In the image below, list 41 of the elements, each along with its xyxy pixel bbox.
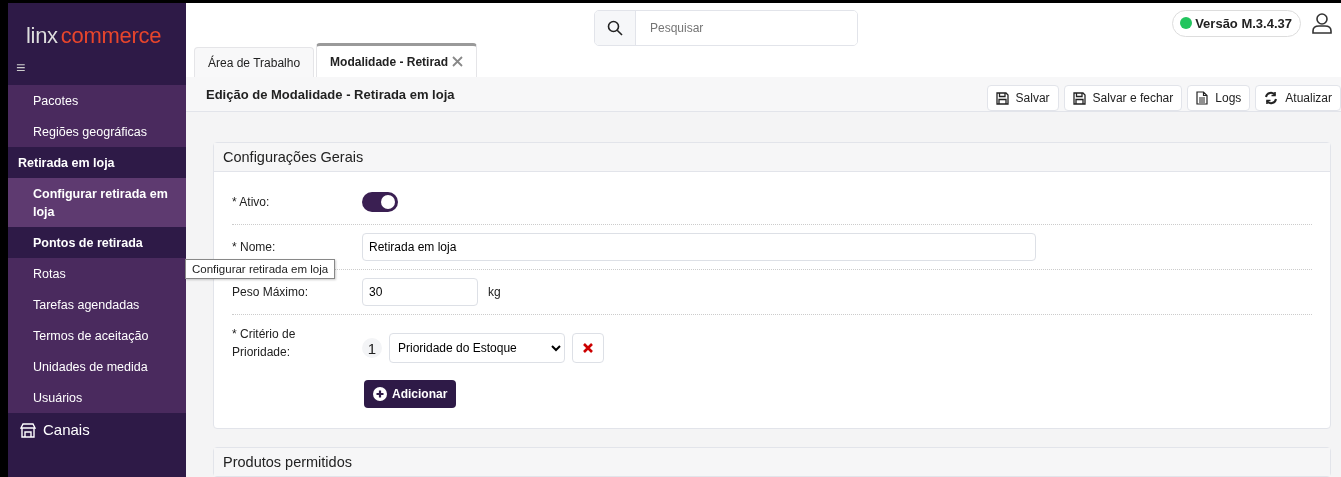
search-field[interactable]: Pesquisar	[594, 10, 858, 46]
card-title: Configurações Gerais	[214, 143, 1330, 172]
unit-label: kg	[488, 285, 501, 299]
menu-button[interactable]: ≡	[8, 55, 186, 85]
field-label: * Critério de Prioridade:	[232, 326, 297, 361]
sidebar-item[interactable]: Termos de aceitação	[8, 320, 186, 351]
search-icon	[607, 20, 623, 36]
sidebar-item[interactable]: Regiões geográficas	[8, 116, 186, 147]
page-title: Edição de Modalidade - Retirada em loja	[206, 86, 455, 102]
user-icon[interactable]	[1311, 12, 1333, 34]
toolbar-button[interactable]: Salvar	[986, 85, 1059, 111]
document-icon	[1196, 91, 1209, 105]
refresh-icon	[1264, 91, 1279, 105]
toolbar-button[interactable]: Atualizar	[1255, 85, 1341, 111]
field-label: * Nome:	[232, 240, 277, 254]
store-icon	[20, 422, 36, 438]
close-icon[interactable]	[452, 56, 464, 67]
logo: linxcommerce	[25, 22, 163, 50]
delete-button[interactable]	[572, 333, 604, 363]
field-label: * Ativo:	[232, 195, 271, 209]
tab[interactable]: Modalidade - Retirad	[316, 43, 478, 77]
tooltip: Configurar retirada em loja	[185, 259, 336, 279]
sidebar-item[interactable]: Unidades de medida	[8, 351, 186, 382]
add-button[interactable]: Adicionar	[364, 380, 457, 408]
field-label: Peso Máximo:	[232, 285, 310, 299]
tab[interactable]: Área de Trabalho	[194, 47, 315, 77]
sidebar-item[interactable]: Tarefas agendadas	[8, 289, 186, 320]
sidebar-item[interactable]: Configurar retirada em loja	[8, 178, 186, 227]
input-field[interactable]: 30	[362, 278, 478, 306]
toggle-switch[interactable]	[362, 192, 398, 212]
toolbar-button[interactable]: Salvar e fechar	[1063, 85, 1183, 111]
card-title: Produtos permitidos	[214, 448, 1330, 476]
close-icon	[583, 343, 593, 353]
priority-select[interactable]: Prioridade do Estoque	[389, 333, 565, 363]
priority-number: 1	[362, 338, 382, 358]
sidebar-item[interactable]: Pacotes	[8, 85, 186, 116]
toolbar-button[interactable]: Logs	[1187, 85, 1251, 111]
sidebar-item[interactable]: Rotas	[8, 258, 186, 289]
input-field[interactable]: Retirada em loja	[362, 233, 1036, 261]
sidebar-item[interactable]: Usuários	[8, 382, 186, 413]
plus-circle-icon	[373, 387, 387, 401]
